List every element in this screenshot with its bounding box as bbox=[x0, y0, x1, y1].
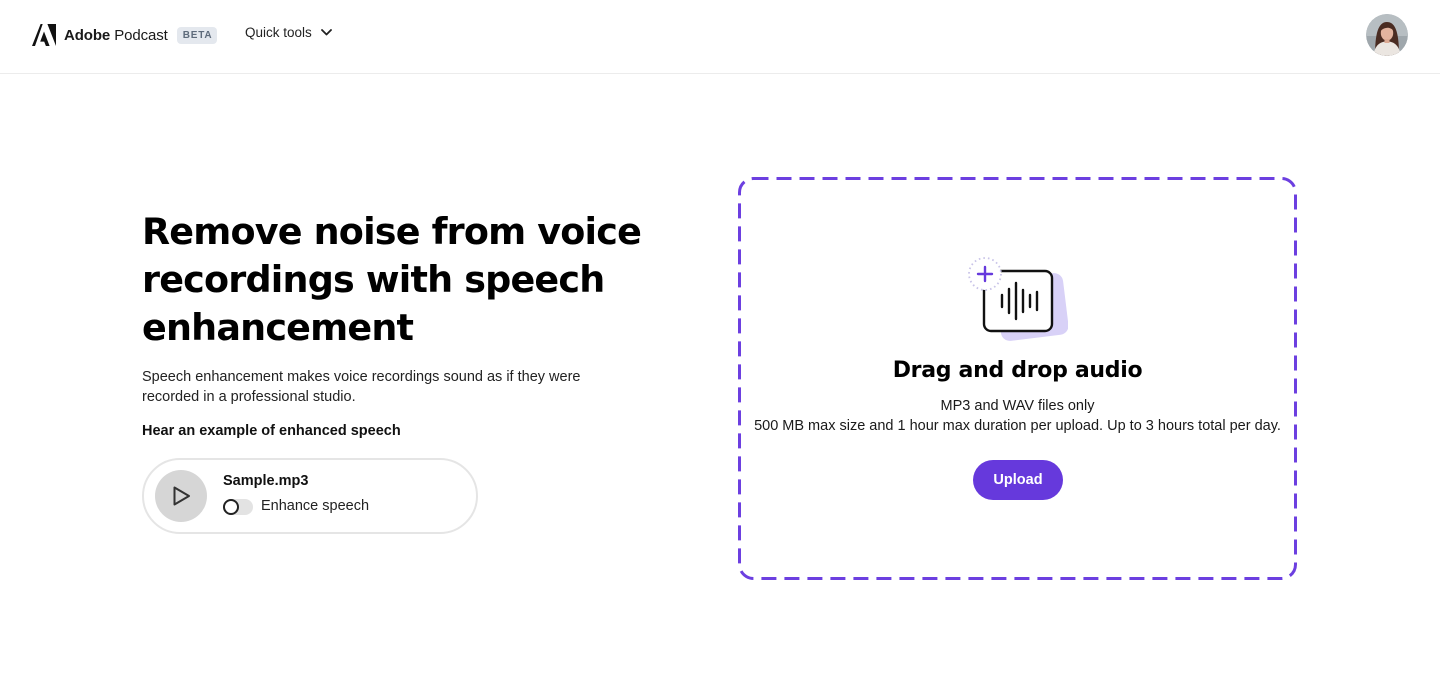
play-icon bbox=[173, 486, 190, 506]
upload-button[interactable]: Upload bbox=[973, 460, 1063, 500]
avatar-image bbox=[1366, 14, 1408, 56]
audio-dropzone[interactable]: Drag and drop audio MP3 and WAV files on… bbox=[738, 177, 1297, 580]
play-button[interactable] bbox=[155, 470, 207, 522]
dropzone-limits: 500 MB max size and 1 hour max duration … bbox=[754, 418, 1281, 434]
top-nav: Adobe Podcast BETA Quick tools bbox=[0, 0, 1440, 74]
brand[interactable]: Adobe Podcast BETA bbox=[32, 23, 218, 47]
adobe-logo-icon bbox=[32, 24, 56, 46]
user-avatar[interactable] bbox=[1366, 14, 1408, 56]
toggle-knob bbox=[223, 499, 239, 515]
beta-badge: BETA bbox=[176, 26, 218, 44]
sample-audio-player: Sample.mp3 Enhance speech bbox=[142, 458, 478, 534]
hero-description: Speech enhancement makes voice recording… bbox=[142, 369, 581, 405]
dropzone-title: Drag and drop audio bbox=[892, 358, 1143, 383]
example-heading: Hear an example of enhanced speech bbox=[142, 423, 401, 439]
quick-tools-menu[interactable]: Quick tools bbox=[245, 25, 332, 40]
quick-tools-label: Quick tools bbox=[245, 25, 312, 40]
dropzone-formats: MP3 and WAV files only bbox=[940, 398, 1095, 414]
enhance-speech-label: Enhance speech bbox=[261, 498, 370, 514]
page-title: Remove noise from voice recordings with … bbox=[142, 210, 642, 349]
enhance-speech-toggle[interactable] bbox=[223, 499, 253, 515]
brand-name: Adobe Podcast bbox=[64, 26, 168, 44]
sample-file-name: Sample.mp3 bbox=[223, 473, 309, 489]
chevron-down-icon bbox=[320, 29, 332, 36]
audio-waveform-icon bbox=[968, 257, 1068, 341]
